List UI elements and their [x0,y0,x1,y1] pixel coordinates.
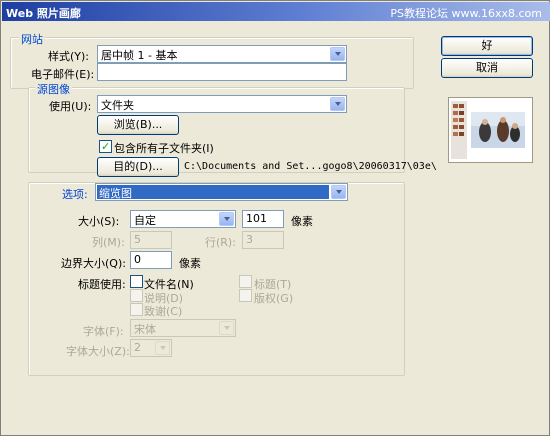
size-number-input[interactable]: 101 [242,210,284,228]
columns-input[interactable]: 5 [130,231,172,249]
copyright-checkbox[interactable] [239,289,252,302]
font-select[interactable]: 宋体 [130,319,236,337]
watermark-text: PS教程论坛 www.16xx8.com [390,7,542,20]
size-select-value: 自定 [134,214,156,227]
window-title: Web 照片画廊 [6,7,81,20]
ok-button[interactable]: 好 [441,36,533,56]
size-select[interactable]: 自定 [130,210,236,228]
title-bar: Web 照片画廊 PS教程论坛 www.16xx8.com [2,2,550,21]
chevron-down-icon[interactable] [219,321,234,335]
credits-checkbox[interactable] [130,303,143,316]
photo-gallery-dialog: Web 照片画廊 PS教程论坛 www.16xx8.com 网站 样式(Y): … [0,0,550,436]
chevron-down-icon[interactable] [330,47,345,61]
rows-input[interactable]: 3 [242,231,284,249]
style-label: 样式(Y): [48,50,90,63]
chevron-down-icon[interactable] [155,341,170,355]
style-select[interactable]: 居中帧 1 - 基本 [97,45,347,63]
destination-path: C:\Documents and Set...gogo8\20060317\03… [184,161,437,172]
caption-use-label: 标题使用: [78,278,126,291]
border-unit-label: 像素 [179,257,201,270]
source-group-legend: 源图像 [35,81,72,97]
rows-label: 行(R): [205,236,236,249]
use-select-value: 文件夹 [101,99,134,112]
credits-label: 致谢(C) [144,305,183,318]
font-label: 字体(F): [83,325,124,338]
description-checkbox[interactable] [130,289,143,302]
site-group-legend: 网站 [19,31,45,47]
style-select-value: 居中帧 1 - 基本 [101,49,178,62]
use-select[interactable]: 文件夹 [97,95,347,113]
font-select-value: 宋体 [134,323,156,336]
border-size-input[interactable]: 0 [130,251,172,269]
include-subfolders-label[interactable]: 包含所有子文件夹(I) [114,140,214,156]
border-size-label: 边界大小(Q): [61,257,126,270]
chevron-down-icon[interactable] [331,185,346,199]
email-label: 电子邮件(E): [31,68,95,81]
style-preview-image [448,97,533,163]
columns-label: 列(M): [92,236,125,249]
font-size-label: 字体大小(Z): [66,345,130,358]
font-size-select[interactable]: 2 [130,339,172,357]
destination-button[interactable]: 目的(D)... [97,157,179,177]
email-field[interactable] [97,63,347,81]
options-select[interactable]: 缩览图 [95,183,348,201]
title-checkbox[interactable] [239,275,252,288]
browse-button[interactable]: 浏览(B)... [97,115,179,135]
use-label: 使用(U): [49,100,92,113]
copyright-label: 版权(G) [254,292,294,305]
font-size-select-value: 2 [134,341,141,354]
chevron-down-icon[interactable] [330,97,345,111]
gallery-preview-graphic [449,98,532,162]
options-label: 选项: [62,188,88,201]
cancel-button[interactable]: 取消 [441,58,533,78]
options-select-value: 缩览图 [97,185,329,200]
size-label: 大小(S): [78,215,120,228]
checkmark-icon: ✓ [101,140,111,153]
include-subfolders-checkbox[interactable]: ✓ [99,140,112,153]
filename-checkbox[interactable] [130,275,143,288]
chevron-down-icon[interactable] [219,212,234,226]
size-unit-label: 像素 [291,215,313,228]
